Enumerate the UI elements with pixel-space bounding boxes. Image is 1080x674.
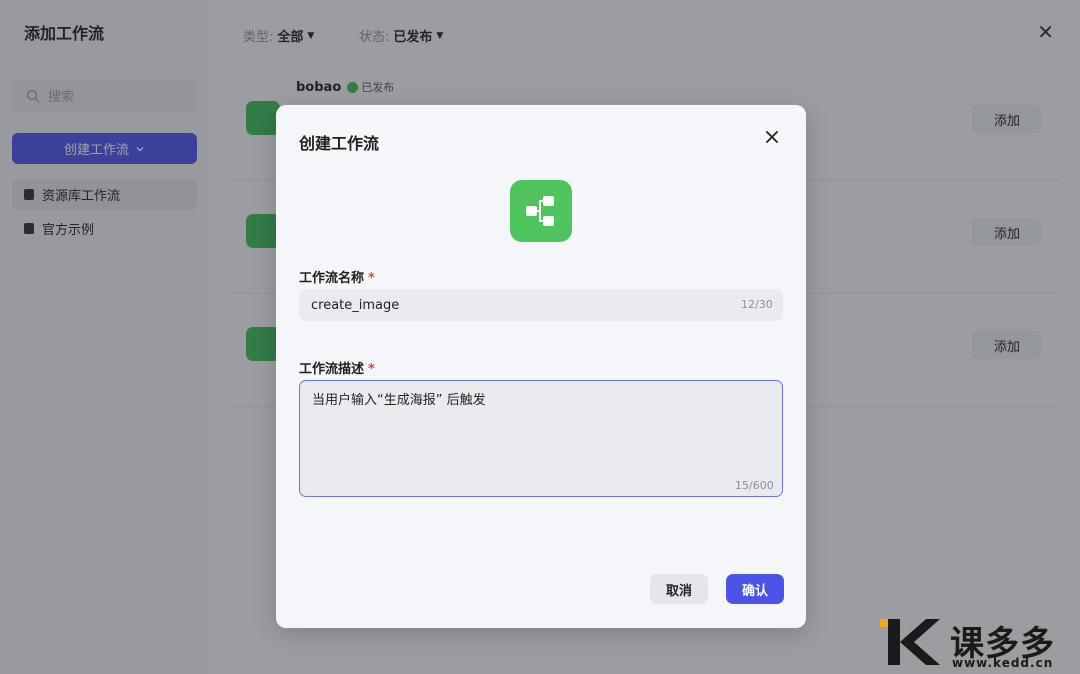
workflow-description-value: 当用户输入“生成海报” 后触发 — [312, 393, 486, 408]
workflow-name-input[interactable]: create_image — [299, 289, 783, 321]
brand-logo — [880, 619, 940, 665]
name-label-text: 工作流名称 — [299, 271, 365, 286]
required-mark: * — [368, 362, 375, 377]
dialog-title: 创建工作流 — [299, 134, 380, 153]
desc-field-label: 工作流描述 * — [299, 358, 375, 377]
watermark: 课多多 www.kedd.cn — [880, 614, 1080, 674]
workflow-icon — [510, 180, 572, 242]
workflow-name-value: create_image — [311, 297, 400, 313]
desc-label-text: 工作流描述 — [299, 362, 365, 377]
cancel-button[interactable]: 取消 — [650, 574, 708, 604]
name-char-counter: 12/30 — [741, 298, 773, 311]
name-field-label: 工作流名称 * — [299, 267, 375, 286]
create-workflow-dialog: 创建工作流 工作流名称 * create_image 12/30 工作流描述 * 当… — [276, 105, 806, 628]
close-icon[interactable] — [764, 129, 780, 145]
brand-url: www.kedd.cn — [952, 656, 1054, 670]
confirm-button[interactable]: 确认 — [726, 574, 784, 604]
required-mark: * — [368, 271, 375, 286]
workflow-description-textarea[interactable]: 当用户输入“生成海报” 后触发 — [299, 380, 783, 497]
desc-char-counter: 15/600 — [735, 479, 774, 492]
